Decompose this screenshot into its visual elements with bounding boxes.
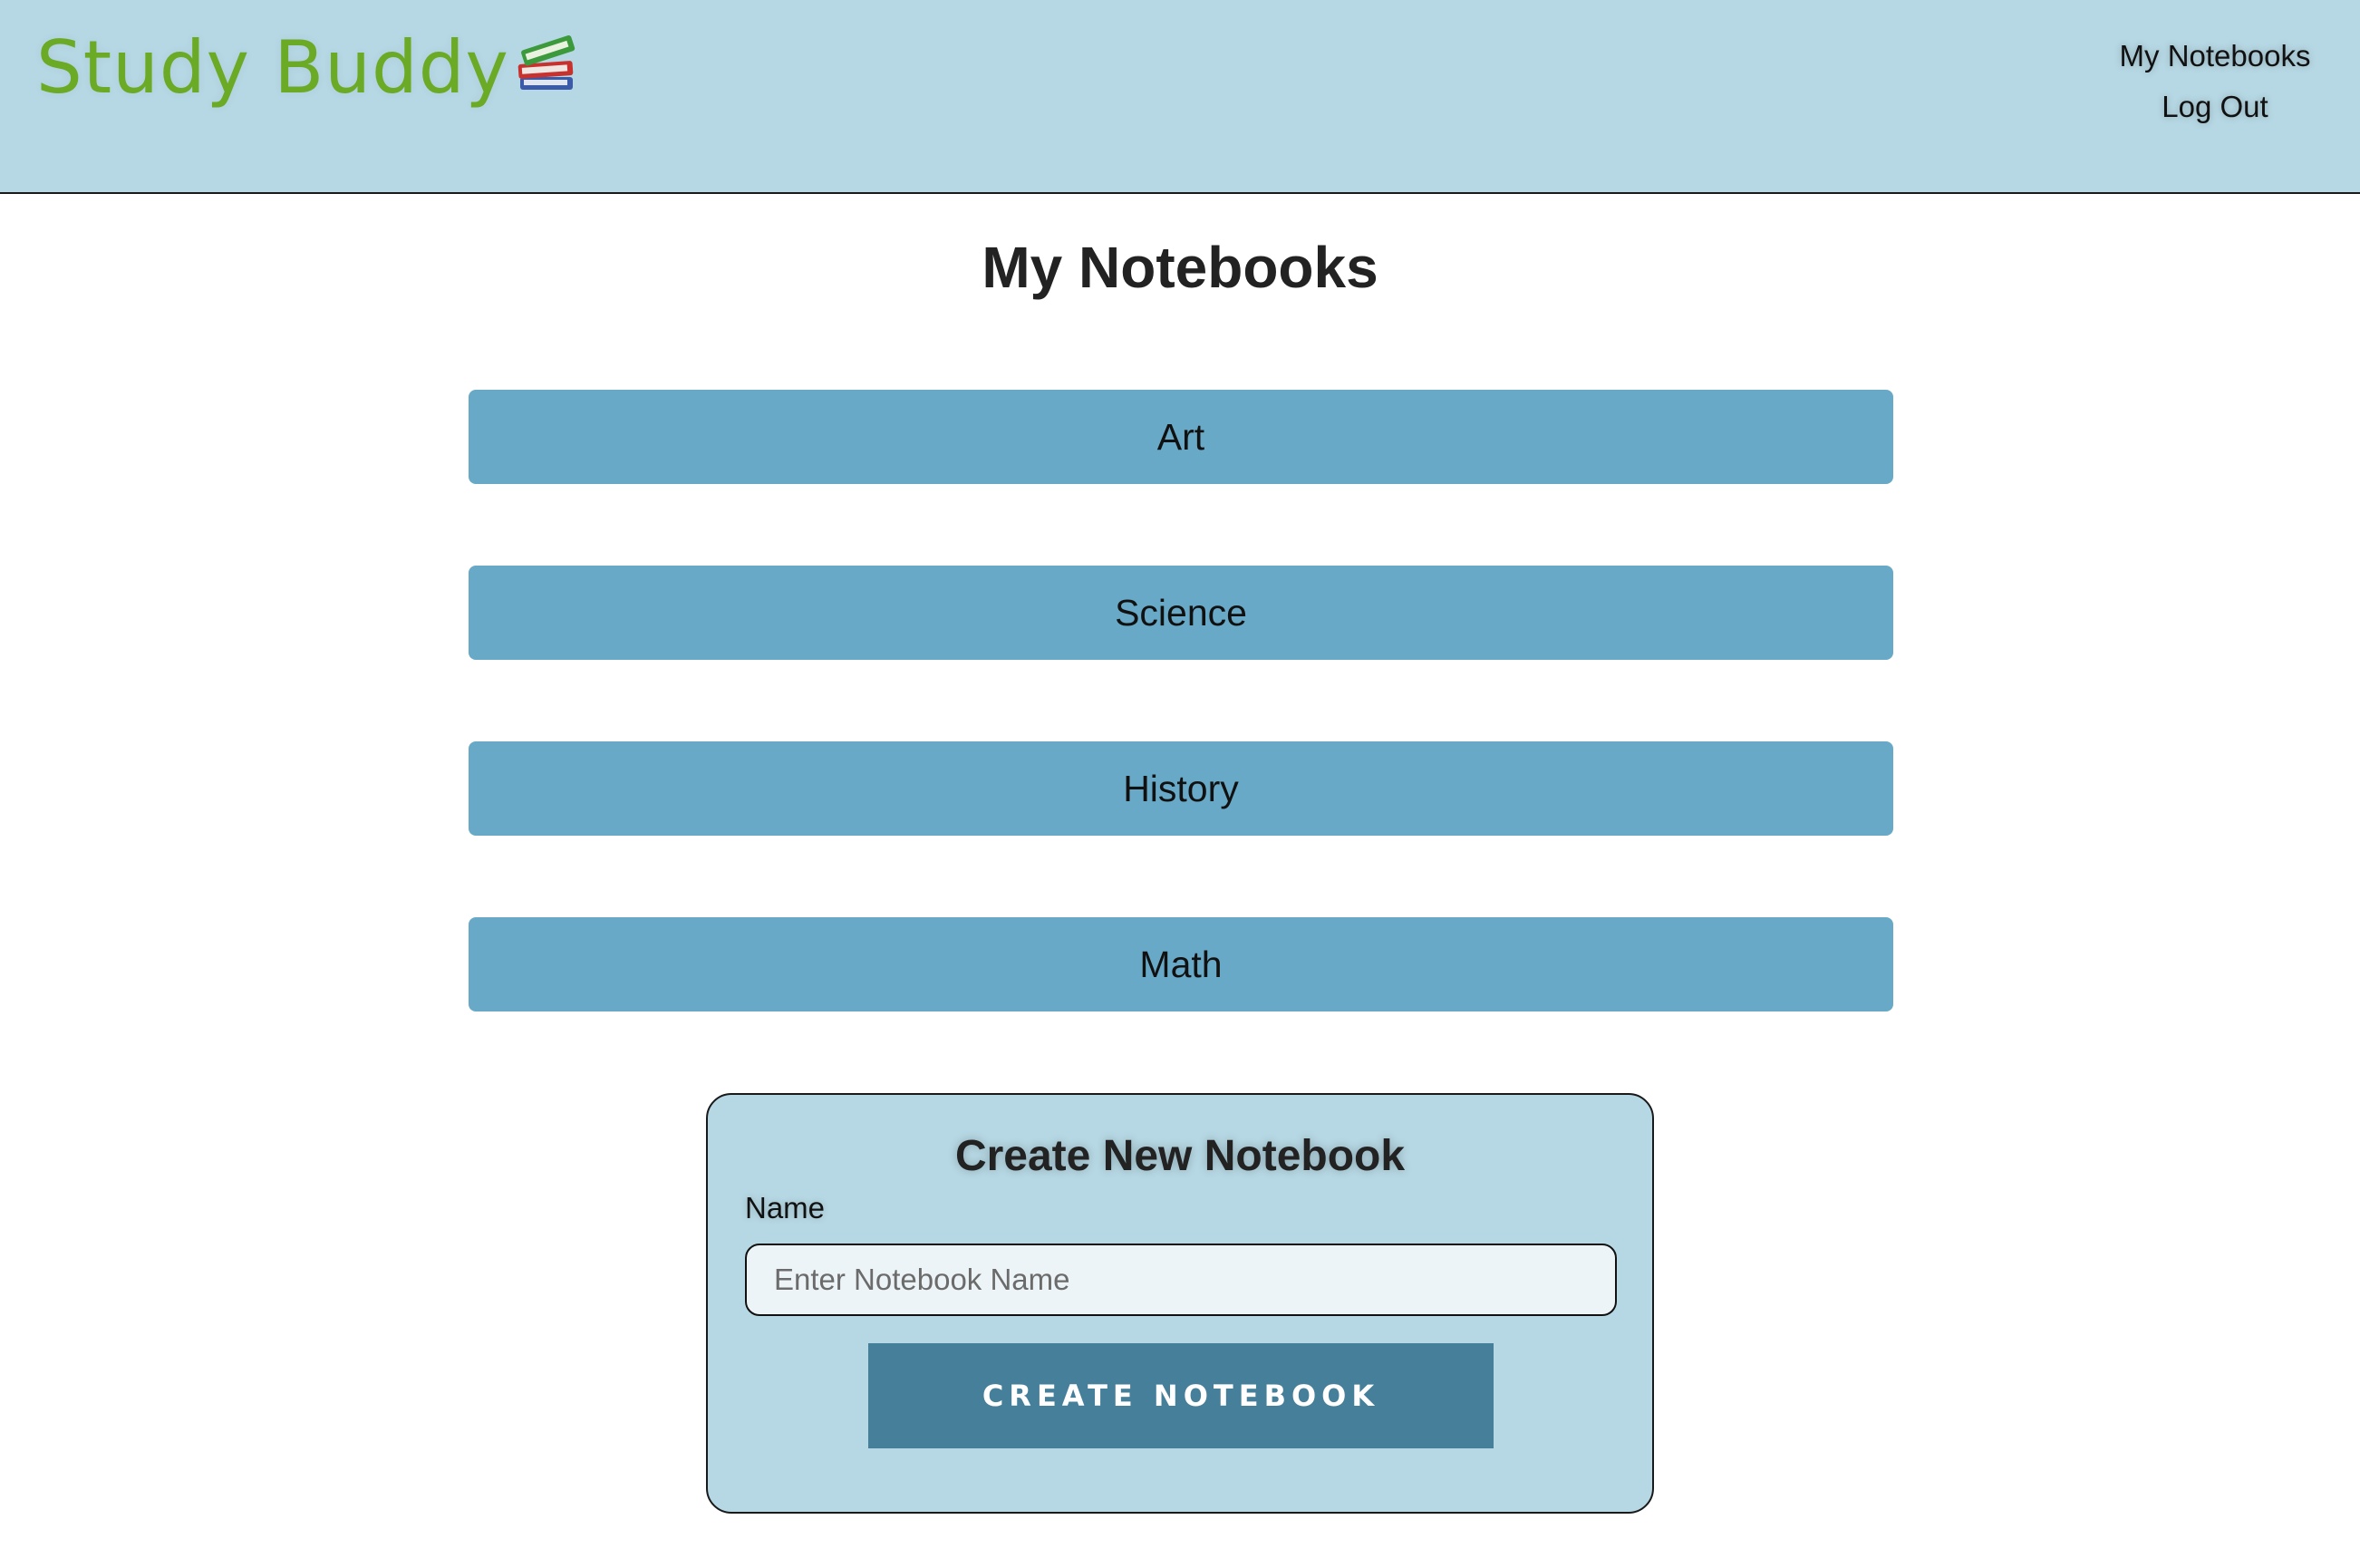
notebook-button-art[interactable]: Art	[469, 390, 1893, 484]
name-label: Name	[745, 1191, 826, 1224]
notebook-list: Art Science History Math	[469, 390, 1893, 1093]
top-nav-bar: Study Buddy My Notebooks Log Out	[0, 0, 2360, 194]
notebook-button-science[interactable]: Science	[469, 566, 1893, 660]
create-notebook-button[interactable]: CREATE NOTEBOOK	[868, 1343, 1494, 1448]
create-notebook-title: Create New Notebook	[954, 1132, 1406, 1180]
notebook-button-math[interactable]: Math	[469, 917, 1893, 1011]
header-nav: My Notebooks Log Out	[2106, 31, 2324, 132]
books-icon	[515, 30, 582, 102]
nav-log-out-link[interactable]: Log Out	[2106, 82, 2324, 132]
notebook-button-history[interactable]: History	[469, 741, 1893, 836]
notebook-name-input[interactable]	[745, 1244, 1617, 1316]
create-notebook-form: Create New Notebook Name CREATE NOTEBOOK	[706, 1093, 1654, 1514]
brand-name: Study Buddy	[36, 25, 509, 110]
page-title: My Notebooks	[982, 235, 1378, 300]
nav-my-notebooks-link[interactable]: My Notebooks	[2106, 31, 2324, 82]
brand-logo[interactable]: Study Buddy	[36, 25, 582, 110]
